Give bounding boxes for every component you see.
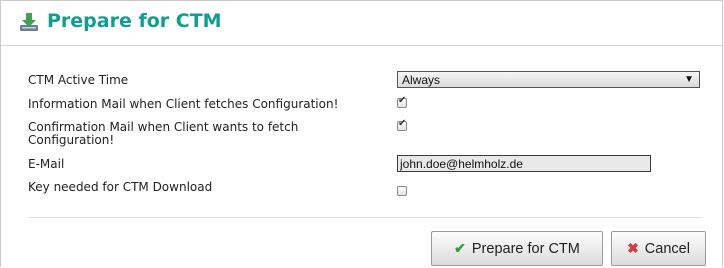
download-icon (18, 11, 40, 33)
dropdown-arrow-icon: ▼ (684, 74, 694, 85)
footer-divider (28, 217, 702, 218)
checkmark-icon: ✔ (398, 118, 407, 129)
prepare-ctm-dialog: Prepare for CTM CTM Active Time Always ▼… (0, 0, 723, 267)
dialog-title: Prepare for CTM (47, 10, 222, 32)
info-mail-label: Information Mail when Client fetches Con… (28, 97, 339, 111)
check-icon: ✔ (454, 240, 466, 256)
checkmark-icon: ✔ (398, 95, 407, 106)
close-icon: ✖ (627, 240, 639, 256)
ctm-active-time-value: Always (402, 73, 441, 87)
dialog-header: Prepare for CTM (1, 1, 722, 46)
confirm-mail-label-line1: Confirmation Mail when Client wants to f… (28, 120, 299, 134)
key-needed-checkbox[interactable] (397, 186, 407, 196)
ctm-active-time-label: CTM Active Time (28, 73, 129, 87)
email-label: E-Mail (28, 157, 65, 171)
prepare-button-label: Prepare for CTM (471, 240, 580, 257)
cancel-button-label: Cancel (644, 240, 690, 257)
confirm-mail-checkbox[interactable]: ✔ (397, 118, 407, 131)
email-field[interactable] (397, 155, 651, 172)
prepare-for-ctm-button[interactable]: ✔ Prepare for CTM (431, 231, 603, 266)
cancel-button[interactable]: ✖ Cancel (611, 231, 706, 266)
ctm-active-time-select[interactable]: Always ▼ (397, 71, 700, 88)
confirm-mail-label-line2: Configuration! (28, 133, 115, 147)
info-mail-checkbox[interactable]: ✔ (397, 95, 407, 108)
key-needed-label: Key needed for CTM Download (28, 180, 213, 194)
